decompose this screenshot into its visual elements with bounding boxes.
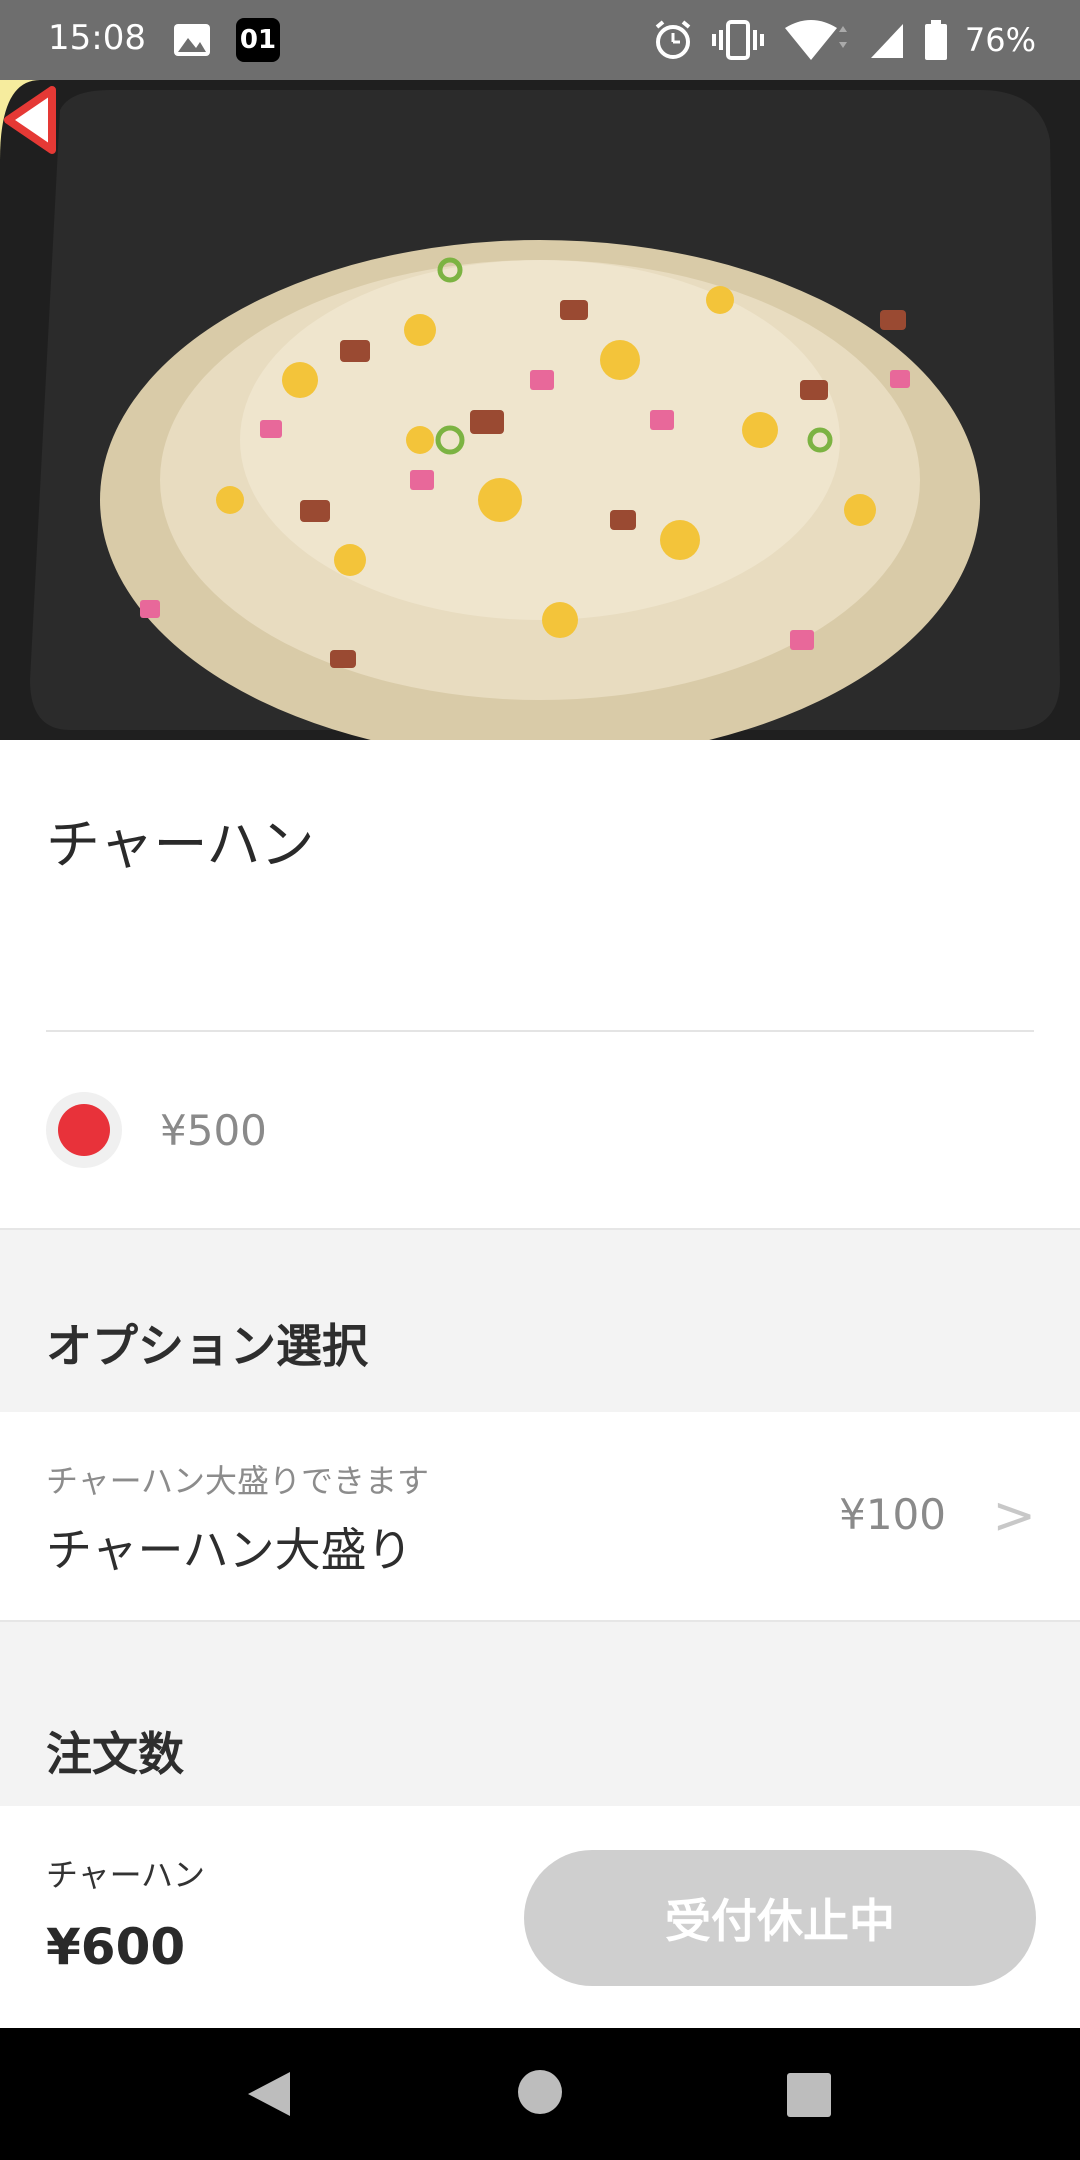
radio-button[interactable] xyxy=(46,1092,122,1168)
alarm-icon xyxy=(655,20,691,59)
product-image xyxy=(0,80,1080,740)
option-item-large-portion[interactable]: チャーハン大盛りできます チャーハン大盛り ¥100 > xyxy=(0,1412,1080,1620)
battery-level: 76% xyxy=(964,21,1036,59)
order-summary-bar: チャーハン ¥600 受付休止中 xyxy=(0,1806,1080,2028)
option-price: ¥100 xyxy=(839,1490,946,1539)
status-bar: 15:08 01 76% xyxy=(0,0,1080,80)
nav-home-icon[interactable] xyxy=(516,2068,564,2116)
options-section-header: オプション選択 xyxy=(0,1228,1080,1414)
wifi-icon xyxy=(784,20,847,60)
notification-badge: 01 xyxy=(236,18,280,62)
quantity-section-header: 注文数 xyxy=(0,1620,1080,1808)
product-title: チャーハン xyxy=(46,813,315,876)
vibrate-icon xyxy=(711,20,764,60)
radio-selected-indicator xyxy=(58,1104,110,1156)
divider xyxy=(46,1030,1034,1032)
options-section-title: オプション選択 xyxy=(46,1319,368,1373)
option-description: チャーハン大盛りできます xyxy=(46,1462,430,1500)
quantity-section-title: 注文数 xyxy=(46,1727,184,1781)
size-option[interactable]: ¥500 xyxy=(46,1090,267,1170)
status-time: 15:08 xyxy=(48,18,146,58)
system-nav-bar xyxy=(0,2028,1080,2160)
signal-icon xyxy=(870,24,903,58)
option-name: チャーハン大盛り xyxy=(46,1523,413,1577)
nav-back-icon[interactable] xyxy=(244,2068,294,2120)
battery-icon xyxy=(924,20,947,60)
base-price: ¥500 xyxy=(160,1105,267,1155)
back-button[interactable] xyxy=(0,80,60,160)
order-button[interactable]: 受付休止中 xyxy=(524,1850,1036,1986)
summary-item-name: チャーハン xyxy=(46,1856,206,1894)
nav-recents-icon[interactable] xyxy=(786,2072,832,2118)
gallery-icon xyxy=(174,24,210,56)
summary-total: ¥600 xyxy=(46,1918,186,1976)
status-icons: 76% xyxy=(651,14,1036,66)
chevron-right-icon: > xyxy=(992,1486,1036,1546)
fried-rice-photo xyxy=(0,80,1080,740)
